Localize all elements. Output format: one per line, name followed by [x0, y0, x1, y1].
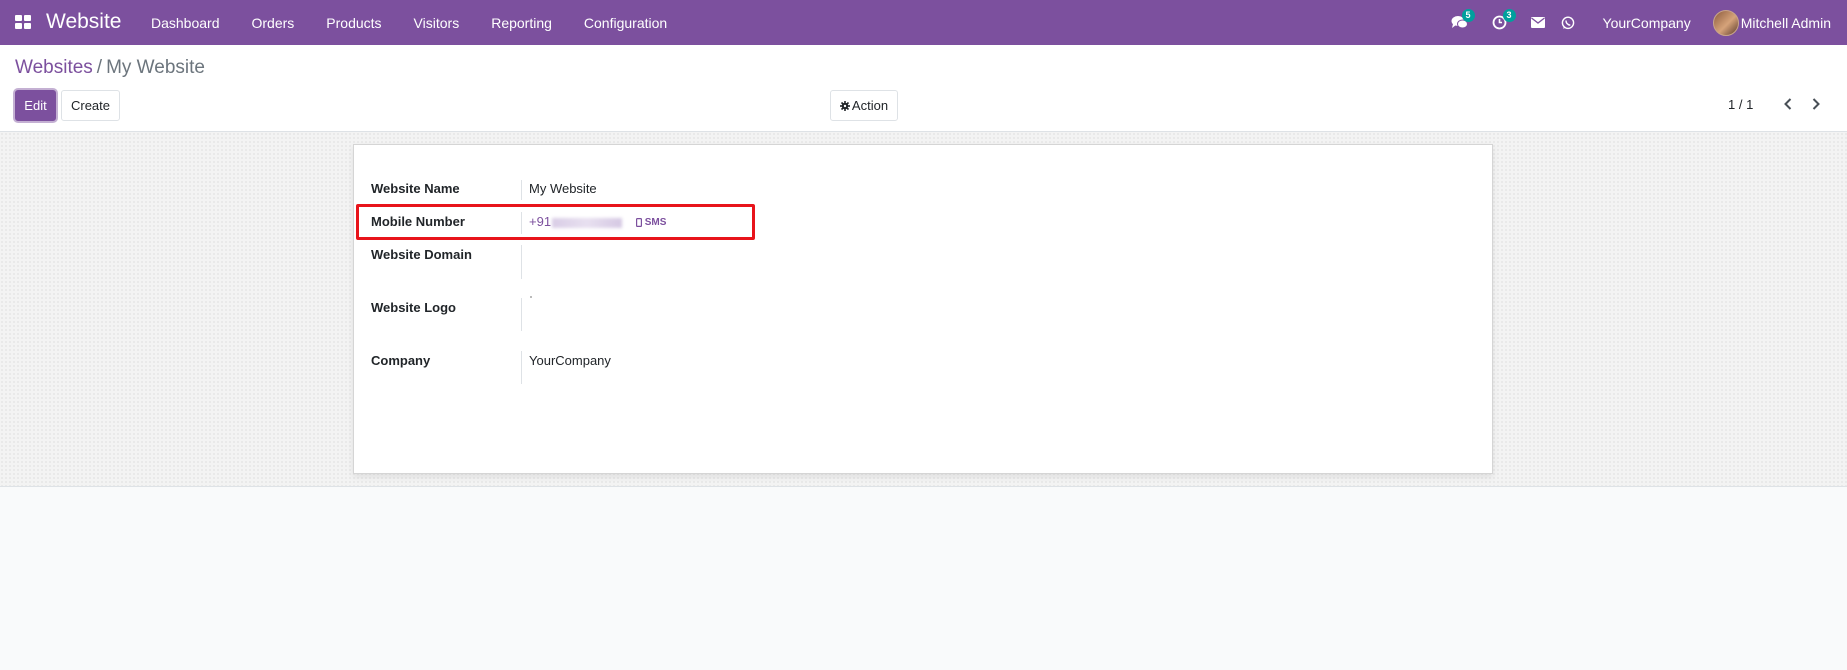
- field-divider: [521, 245, 522, 279]
- field-company: Company: [371, 353, 521, 368]
- mobile-number-highlight-box: [356, 204, 755, 240]
- menu-item-visitors[interactable]: Visitors: [398, 0, 476, 45]
- menu-item-products[interactable]: Products: [310, 0, 397, 45]
- website-domain-label: Website Domain: [371, 247, 472, 262]
- menu-item-orders[interactable]: Orders: [236, 0, 311, 45]
- website-name-value: My Website: [529, 181, 597, 196]
- pager-value[interactable]: 1 / 1: [1728, 97, 1753, 112]
- menu-item-configuration[interactable]: Configuration: [568, 0, 683, 45]
- menu-item-dashboard[interactable]: Dashboard: [135, 0, 236, 45]
- chevron-left-icon: [1784, 98, 1792, 110]
- systray: 5 3 YourCompany Mitchell Admin: [1443, 0, 1847, 45]
- chevron-right-icon: [1812, 98, 1820, 110]
- field-divider: [521, 180, 522, 200]
- activities-count-badge: 3: [1502, 9, 1516, 22]
- top-navbar: Website Dashboard Orders Products Visito…: [0, 0, 1847, 45]
- company-value[interactable]: YourCompany: [529, 353, 611, 368]
- action-button-label: Action: [851, 98, 889, 113]
- mail-tray[interactable]: [1523, 0, 1553, 45]
- form-sheet: Website Name My Website Mobile Number +9…: [353, 144, 1493, 474]
- field-website-logo: Website Logo: [371, 300, 521, 315]
- pager-next-button[interactable]: [1806, 94, 1826, 114]
- breadcrumb-current: My Website: [106, 57, 205, 78]
- website-logo-label: Website Logo: [371, 300, 456, 315]
- control-panel: Websites / My Website Edit Create Action…: [0, 45, 1847, 132]
- breadcrumb-separator: /: [96, 57, 103, 78]
- field-website-name: Website Name: [371, 181, 521, 196]
- messages-tray[interactable]: 5: [1443, 0, 1476, 45]
- avatar: [1712, 9, 1739, 36]
- menu-item-reporting[interactable]: Reporting: [475, 0, 568, 45]
- create-button[interactable]: Create: [61, 90, 120, 121]
- company-switcher[interactable]: YourCompany: [1583, 0, 1713, 45]
- envelope-icon: [1530, 17, 1545, 28]
- field-divider: [521, 351, 522, 384]
- pager-previous-button[interactable]: [1778, 94, 1798, 114]
- gear-icon: [839, 100, 850, 111]
- company-label: Company: [371, 353, 431, 368]
- whatsapp-tray[interactable]: [1553, 0, 1583, 45]
- edit-button[interactable]: Edit: [15, 90, 56, 121]
- user-menu[interactable]: Mitchell Admin: [1712, 0, 1847, 45]
- field-website-domain: Website Domain: [371, 247, 521, 262]
- action-button[interactable]: Action: [830, 90, 898, 121]
- breadcrumb: Websites / My Website: [15, 57, 205, 79]
- field-divider: [521, 298, 522, 331]
- main-menu: Dashboard Orders Products Visitors Repor…: [135, 0, 683, 45]
- apps-grid-icon[interactable]: [15, 15, 31, 29]
- whatsapp-icon: [1561, 16, 1574, 29]
- activities-tray[interactable]: 3: [1484, 0, 1516, 45]
- website-logo-image[interactable]: [530, 296, 532, 298]
- app-brand[interactable]: Website: [46, 10, 121, 34]
- website-name-label: Website Name: [371, 181, 460, 196]
- user-name: Mitchell Admin: [1740, 14, 1831, 31]
- messages-count-badge: 5: [1461, 9, 1475, 22]
- breadcrumb-websites-link[interactable]: Websites: [15, 57, 93, 79]
